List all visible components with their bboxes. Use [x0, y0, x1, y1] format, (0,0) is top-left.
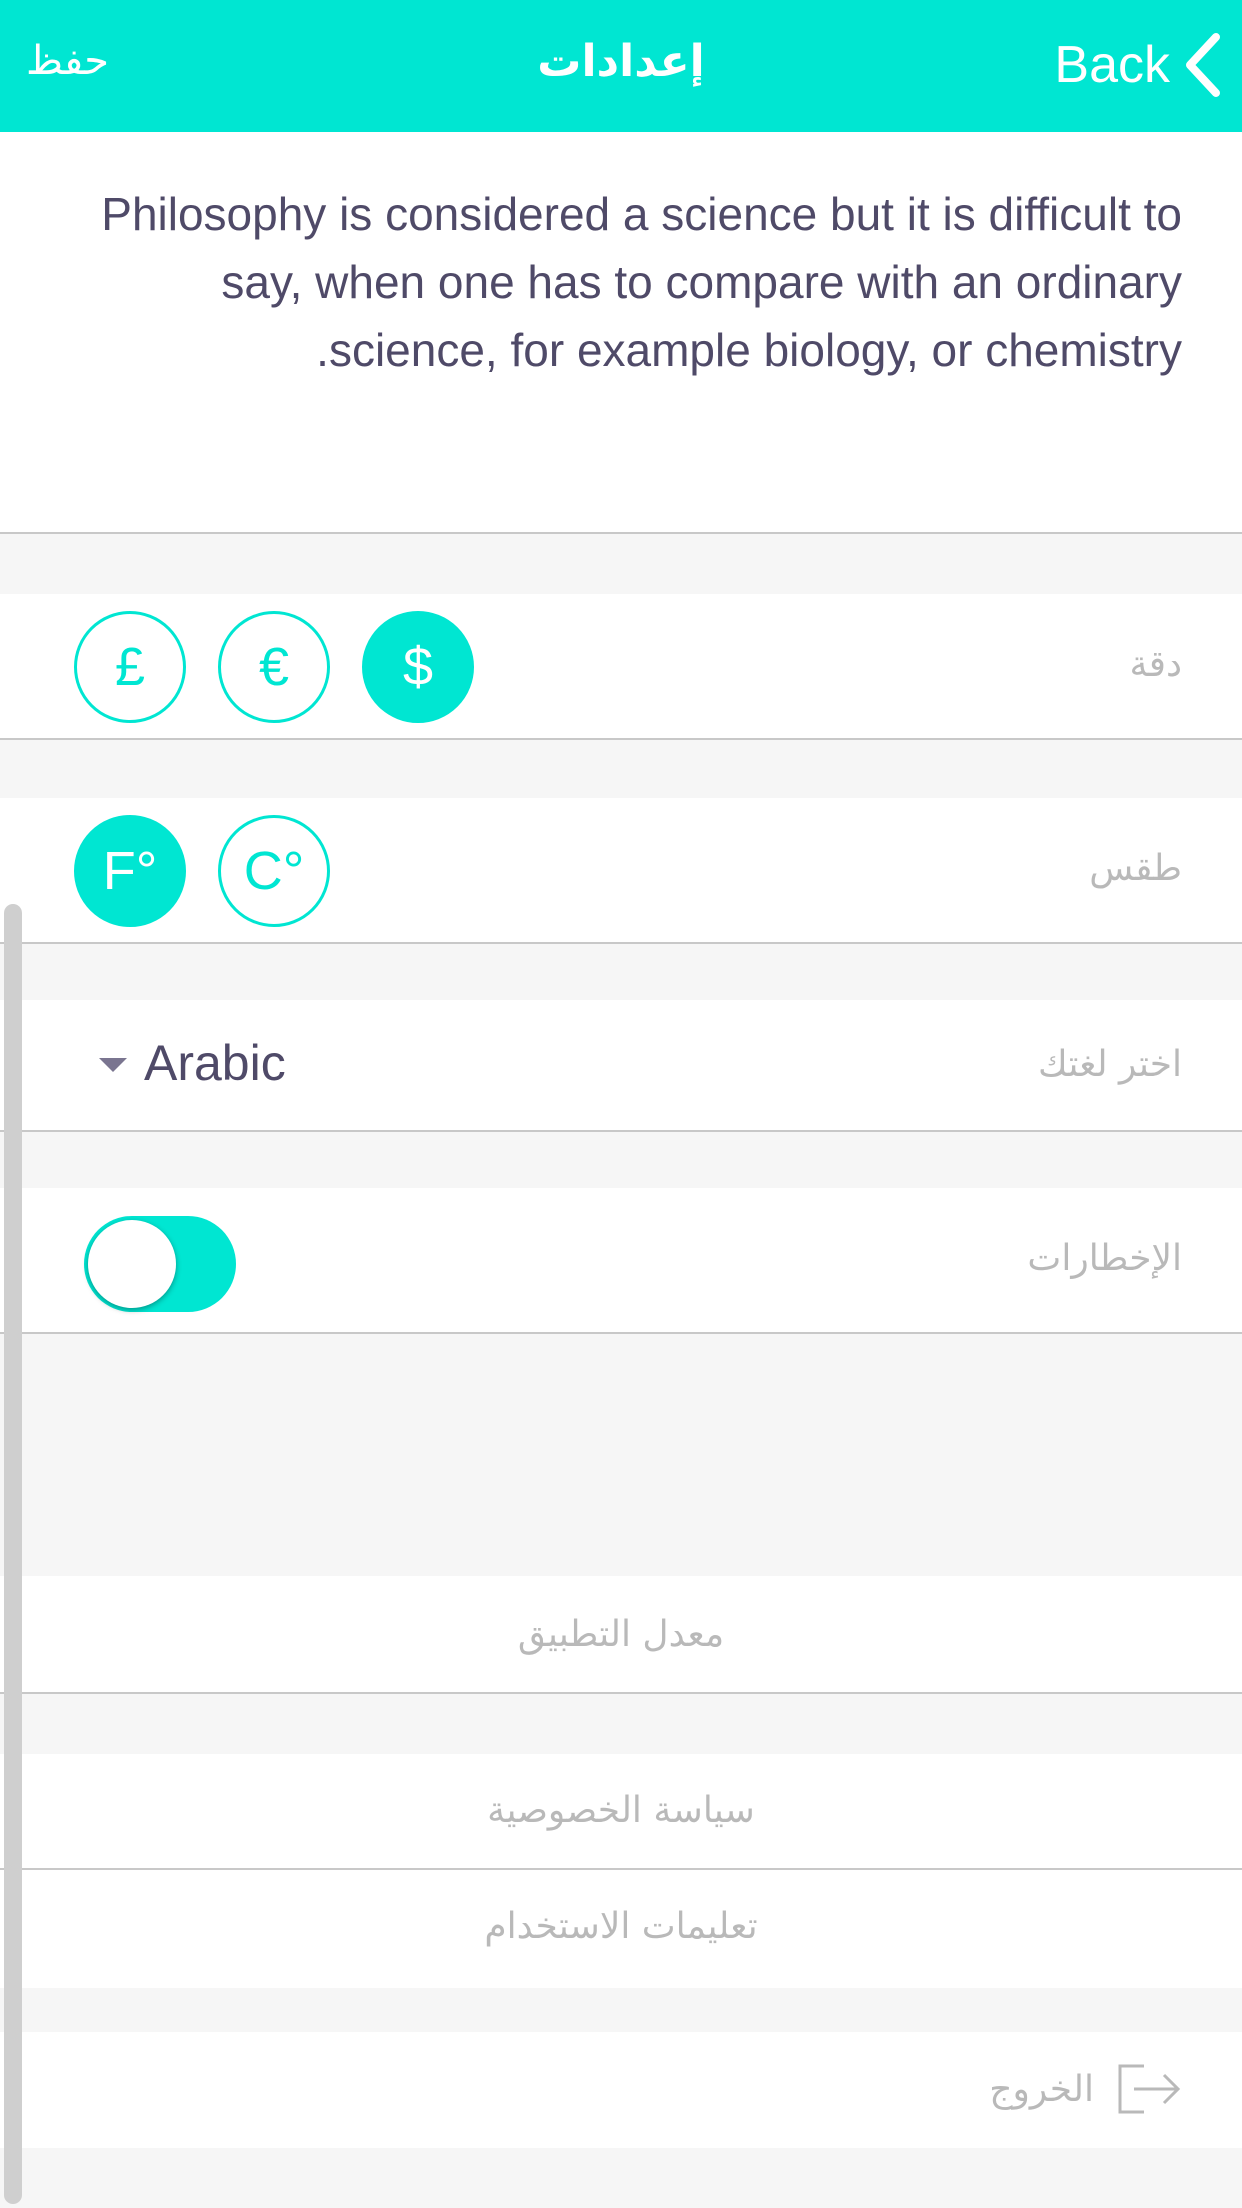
- notifications-row: الإخطارات: [0, 1188, 1242, 1334]
- rate-app-row[interactable]: معدل التطبيق: [0, 1576, 1242, 1694]
- terms-row[interactable]: تعليمات الاستخدام: [0, 1870, 1242, 1988]
- vertical-scrollbar[interactable]: [4, 904, 22, 2204]
- language-dropdown[interactable]: Arabic: [144, 1034, 286, 1092]
- privacy-policy-label: سياسة الخصوصية: [487, 1790, 755, 1831]
- temperature-row: طقس F° C°: [0, 798, 1242, 944]
- settings-page: حفظ إعدادات Back Philosophy is considere…: [0, 0, 1242, 2208]
- logout-row[interactable]: الخروج: [0, 2032, 1242, 2148]
- temperature-option-fahrenheit[interactable]: F°: [74, 815, 186, 927]
- language-label: اختر لغتك: [1038, 1044, 1182, 1085]
- language-row: اختر لغتك Arabic: [0, 1000, 1242, 1132]
- back-label: Back: [1054, 36, 1170, 94]
- notifications-toggle[interactable]: [84, 1216, 236, 1312]
- privacy-policy-row[interactable]: سياسة الخصوصية: [0, 1754, 1242, 1870]
- temperature-label: طقس: [1089, 848, 1182, 889]
- currency-option-pound[interactable]: £: [74, 611, 186, 723]
- notifications-label: الإخطارات: [1027, 1238, 1182, 1279]
- currency-option-euro[interactable]: €: [218, 611, 330, 723]
- description-section: Philosophy is considered a science but i…: [0, 132, 1242, 534]
- back-button[interactable]: Back: [1054, 30, 1222, 100]
- rate-app-label: معدل التطبيق: [517, 1614, 725, 1655]
- currency-row: دقة £ € $: [0, 594, 1242, 740]
- logout-label: الخروج: [989, 2068, 1094, 2110]
- caret-down-icon: [99, 1058, 127, 1072]
- logout-button[interactable]: الخروج: [989, 2062, 1182, 2116]
- toggle-knob: [88, 1220, 176, 1308]
- terms-label: تعليمات الاستخدام: [484, 1906, 758, 1947]
- description-text: Philosophy is considered a science but i…: [101, 188, 1182, 376]
- currency-label: دقة: [1129, 644, 1182, 685]
- chevron-left-icon: [1186, 33, 1220, 97]
- logout-icon: [1118, 2064, 1181, 2114]
- top-bar: حفظ إعدادات Back: [0, 0, 1242, 132]
- temperature-option-celsius[interactable]: C°: [218, 815, 330, 927]
- currency-option-dollar[interactable]: $: [362, 611, 474, 723]
